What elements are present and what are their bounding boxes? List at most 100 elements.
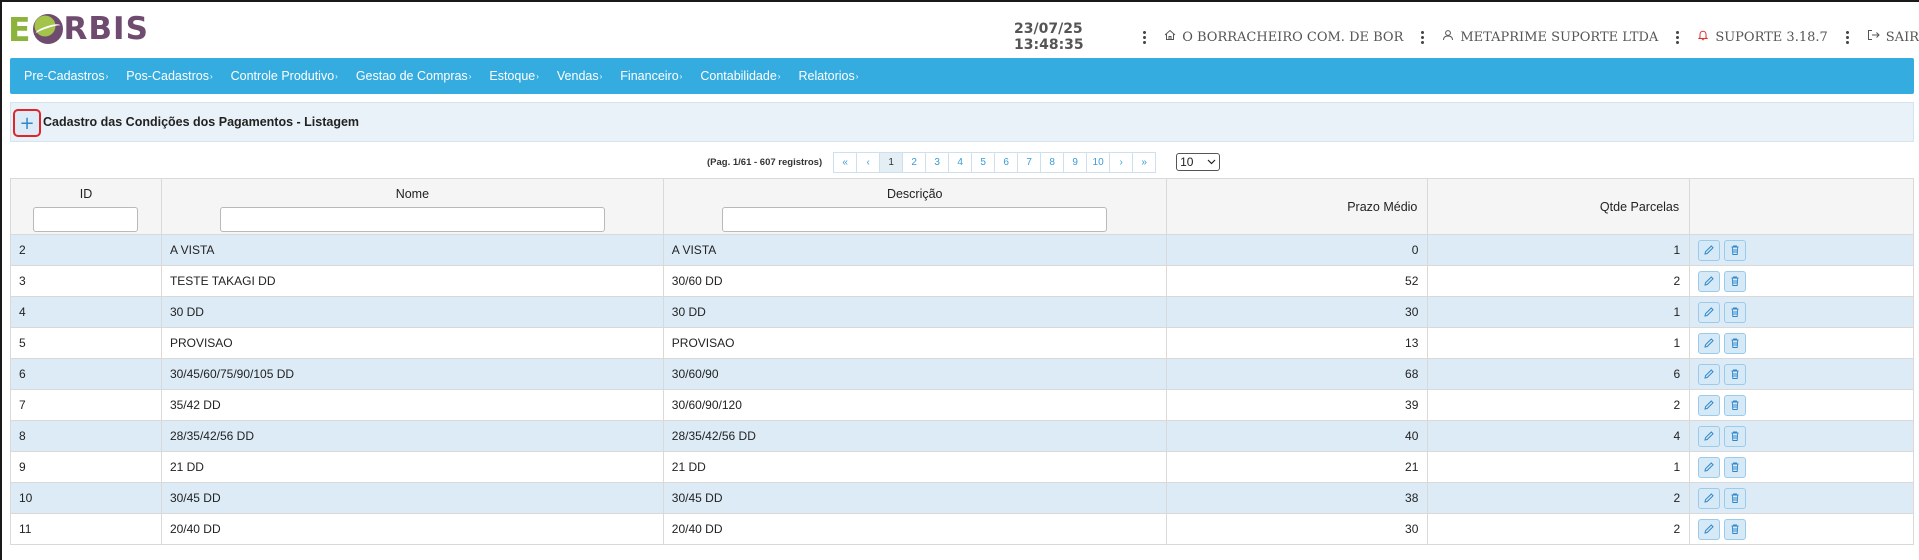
cell-id: 9 <box>10 451 162 483</box>
cell-descricao: 30/60/90 <box>662 358 1167 390</box>
cell-id: 6 <box>10 358 162 390</box>
table-row[interactable]: 9 21 DD 21 DD 21 1 <box>10 451 1914 483</box>
pencil-icon <box>1704 493 1714 503</box>
user-selector[interactable]: METAPRIME SUPORTE LTDA <box>1442 29 1658 45</box>
delete-button[interactable] <box>1724 487 1747 509</box>
page-button-8[interactable]: 8 <box>1040 151 1065 173</box>
cell-actions <box>1689 389 1914 421</box>
cell-qtde-parcelas: 1 <box>1427 327 1691 359</box>
eorbis-logo[interactable]: E RBIS <box>8 10 149 49</box>
trash-icon <box>1731 462 1739 472</box>
table-row[interactable]: 10 30/45 DD 30/45 DD 38 2 <box>10 482 1914 514</box>
add-button[interactable]: + <box>13 109 41 137</box>
page-button-9[interactable]: 9 <box>1063 151 1088 173</box>
page-button-3[interactable]: 3 <box>925 151 950 173</box>
delete-button[interactable] <box>1724 363 1747 385</box>
company-name: O BORRACHEIRO COM. DE BOR <box>1182 29 1404 45</box>
delete-button[interactable] <box>1724 425 1747 447</box>
cell-descricao: 21 DD <box>662 451 1167 483</box>
table-row[interactable]: 5 PROVISAO PROVISAO 13 1 <box>10 327 1914 359</box>
delete-button[interactable] <box>1724 518 1747 540</box>
edit-button[interactable] <box>1698 456 1721 478</box>
edit-button[interactable] <box>1698 394 1721 416</box>
page-title: Cadastro das Condições dos Pagamentos - … <box>43 115 360 129</box>
trash-icon <box>1731 245 1739 255</box>
company-selector[interactable]: O BORRACHEIRO COM. DE BOR <box>1164 29 1403 45</box>
delete-button[interactable] <box>1724 239 1747 261</box>
edit-button[interactable] <box>1698 363 1721 385</box>
chevron-down-icon <box>1207 157 1216 167</box>
edit-button[interactable] <box>1698 301 1721 323</box>
page-button-2[interactable]: 2 <box>902 151 927 173</box>
table-row[interactable]: 6 30/45/60/75/90/105 DD 30/60/90 68 6 <box>10 358 1914 390</box>
table-row[interactable]: 11 20/40 DD 20/40 DD 30 2 <box>10 513 1914 545</box>
menu-pos-cadastros[interactable]: Pos-Cadastros› <box>126 69 212 83</box>
menu-pre-cadastros[interactable]: Pre-Cadastros› <box>24 69 108 83</box>
support-link[interactable]: SUPORTE 3.18.7 <box>1697 29 1828 45</box>
page-size-value: 10 <box>1180 155 1194 169</box>
cell-nome: PROVISAO <box>160 327 664 359</box>
page-button-6[interactable]: 6 <box>994 151 1019 173</box>
page-title-bar: + Cadastro das Condições dos Pagamentos … <box>10 102 1914 142</box>
cell-actions <box>1689 234 1914 266</box>
page-button-10[interactable]: 10 <box>1086 151 1111 173</box>
top-status-bar: 23/07/25 13:48:35 O BORRACHEIRO COM. DE … <box>1014 21 1919 53</box>
id-filter-input[interactable] <box>33 207 139 232</box>
table-row[interactable]: 4 30 DD 30 DD 30 1 <box>10 296 1914 328</box>
cell-nome: A VISTA <box>160 234 664 266</box>
menu-gestao-de-compras[interactable]: Gestao de Compras› <box>356 69 472 83</box>
table-row[interactable]: 7 35/42 DD 30/60/90/120 39 2 <box>10 389 1914 421</box>
page-button-1[interactable]: 1 <box>879 151 904 173</box>
pencil-icon <box>1704 307 1714 317</box>
edit-button[interactable] <box>1698 239 1721 261</box>
kebab-menu-icon[interactable] <box>1845 30 1849 44</box>
delete-button[interactable] <box>1724 301 1747 323</box>
delete-button[interactable] <box>1724 456 1747 478</box>
cell-qtde-parcelas: 2 <box>1427 513 1691 545</box>
kebab-menu-icon[interactable] <box>1421 30 1425 44</box>
menu-controle-produtivo[interactable]: Controle Produtivo› <box>231 69 338 83</box>
datetime-display: 23/07/25 13:48:35 <box>1014 21 1084 53</box>
delete-button[interactable] <box>1724 394 1747 416</box>
cell-actions <box>1689 265 1914 297</box>
kebab-menu-icon[interactable] <box>1143 30 1147 44</box>
edit-button[interactable] <box>1698 270 1721 292</box>
menu-contabilidade[interactable]: Contabilidade› <box>700 69 780 83</box>
logout-button[interactable]: SAIR <box>1867 29 1919 45</box>
cell-id: 7 <box>10 389 162 421</box>
prev-page-button[interactable]: ‹ <box>856 151 881 173</box>
cell-prazo-medio: 30 <box>1165 513 1429 545</box>
table-row[interactable]: 2 A VISTA A VISTA 0 1 <box>10 234 1914 266</box>
menu-vendas[interactable]: Vendas› <box>557 69 602 83</box>
cell-actions <box>1689 327 1914 359</box>
page-size-select[interactable]: 10 <box>1176 153 1221 171</box>
next-page-button[interactable]: › <box>1109 151 1134 173</box>
nome-filter-input[interactable] <box>219 207 605 232</box>
menu-estoque[interactable]: Estoque› <box>489 69 539 83</box>
menu-relatorios[interactable]: Relatorios› <box>798 69 858 83</box>
table-row[interactable]: 3 TESTE TAKAGI DD 30/60 DD 52 2 <box>10 265 1914 297</box>
payment-conditions-table: ID Nome Descrição Prazo Médio Qtde Parce… <box>10 178 1914 545</box>
page-button-7[interactable]: 7 <box>1017 151 1042 173</box>
delete-button[interactable] <box>1724 332 1747 354</box>
first-page-button[interactable]: « <box>833 151 858 173</box>
cell-descricao: 20/40 DD <box>662 513 1167 545</box>
page-button-5[interactable]: 5 <box>971 151 996 173</box>
cell-qtde-parcelas: 2 <box>1427 482 1691 514</box>
last-page-button[interactable]: » <box>1132 151 1157 173</box>
menu-financeiro[interactable]: Financeiro› <box>620 69 682 83</box>
edit-button[interactable] <box>1698 425 1721 447</box>
edit-button[interactable] <box>1698 518 1721 540</box>
kebab-menu-icon[interactable] <box>1676 30 1680 44</box>
edit-button[interactable] <box>1698 487 1721 509</box>
delete-button[interactable] <box>1724 270 1747 292</box>
cell-descricao: PROVISAO <box>662 327 1167 359</box>
descricao-filter-input[interactable] <box>722 207 1108 232</box>
bell-icon <box>1697 29 1709 45</box>
cell-nome: 30/45/60/75/90/105 DD <box>160 358 664 390</box>
table-row[interactable]: 8 28/35/42/56 DD 28/35/42/56 DD 40 4 <box>10 420 1914 452</box>
column-header-prazo-medio: Prazo Médio <box>1165 178 1429 235</box>
edit-button[interactable] <box>1698 332 1721 354</box>
page-button-4[interactable]: 4 <box>948 151 973 173</box>
column-header-qtde-parcelas: Qtde Parcelas <box>1427 178 1691 235</box>
